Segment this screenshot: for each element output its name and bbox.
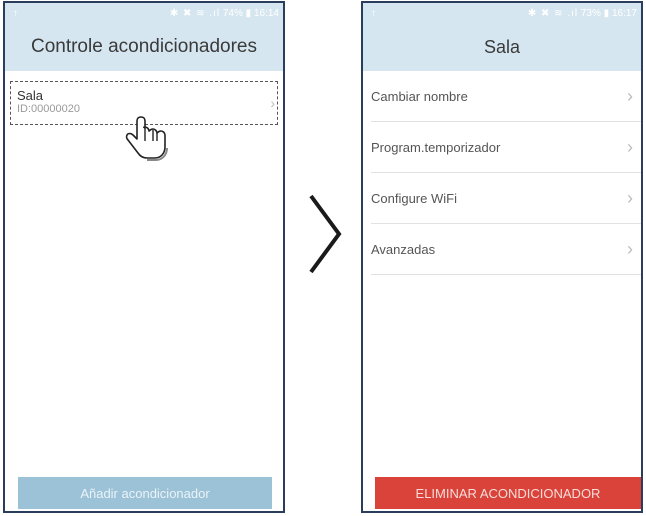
status-time: 16:17 (611, 7, 637, 19)
phone-screen-left: ↑ ✱ ✖ ≋ .ıl 74% ▮ 16:14 Controle acondic… (3, 1, 285, 513)
page-title: Controle acondicionadores (5, 23, 283, 71)
status-icons: ✱ ✖ ≋ .ıl (169, 7, 221, 19)
battery-level: 74% (222, 7, 243, 19)
phone-screen-right: ↑ ✱ ✖ ≋ .ıl 73% ▮ 16:17 Sala Cambiar nom… (361, 1, 643, 513)
upload-icon: ↑ (371, 7, 376, 19)
status-bar: ↑ ✱ ✖ ≋ .ıl 74% ▮ 16:14 (5, 3, 283, 23)
status-time: 16:14 (253, 7, 279, 19)
chevron-right-icon (309, 194, 342, 274)
menu-item-label: Cambiar nombre (371, 88, 468, 104)
upload-icon: ↑ (13, 7, 18, 19)
chevron-right-icon: › (627, 188, 633, 208)
delete-conditioner-button[interactable]: ELIMINAR ACONDICIONADOR (375, 477, 641, 509)
battery-icon: ▮ (603, 7, 610, 19)
chevron-right-icon: › (627, 239, 633, 259)
menu-item-wifi[interactable]: Configure WiFi › (371, 173, 641, 224)
menu-item-timer[interactable]: Program.temporizador › (371, 122, 641, 173)
battery-icon: ▮ (245, 7, 252, 19)
menu-item-advanced[interactable]: Avanzadas › (371, 224, 641, 275)
status-bar: ↑ ✱ ✖ ≋ .ıl 73% ▮ 16:17 (363, 3, 641, 23)
menu-item-rename[interactable]: Cambiar nombre › (371, 71, 641, 122)
settings-menu: Cambiar nombre › Program.temporizador › … (363, 71, 641, 275)
add-conditioner-button[interactable]: Añadir acondicionador (18, 477, 272, 509)
menu-item-label: Program.temporizador (371, 139, 501, 155)
page-title: Sala (363, 23, 641, 71)
menu-item-label: Configure WiFi (371, 190, 457, 206)
hand-pointer-icon (125, 116, 168, 161)
chevron-right-icon: › (627, 86, 633, 106)
menu-item-label: Avanzadas (371, 241, 436, 257)
chevron-right-icon: › (627, 137, 633, 157)
battery-level: 73% (580, 7, 601, 19)
status-icons: ✱ ✖ ≋ .ıl (527, 7, 579, 19)
device-name: Sala (17, 88, 44, 103)
chevron-right-icon: › (270, 95, 275, 111)
